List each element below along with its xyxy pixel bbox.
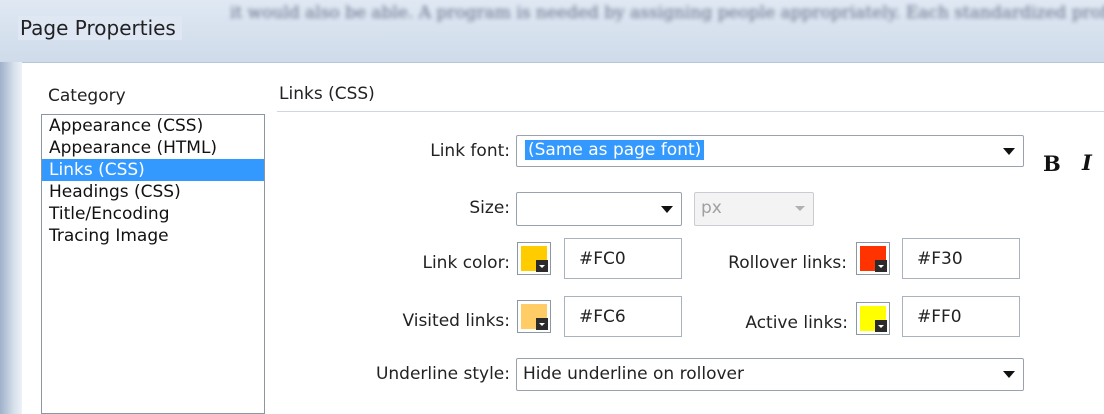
title-bar: it would also be able. A program is need… xyxy=(0,0,1104,62)
link-color-label: Link color: xyxy=(422,253,510,273)
category-item-headings-css[interactable]: Headings (CSS) xyxy=(42,181,264,203)
rollover-links-input[interactable] xyxy=(903,239,1019,278)
chevron-down-icon xyxy=(1003,371,1015,378)
bold-button[interactable]: B xyxy=(1043,151,1061,176)
underline-style-label: Underline style: xyxy=(375,364,510,384)
dialog-title: Page Properties xyxy=(18,16,182,40)
visited-links-field[interactable] xyxy=(564,296,682,337)
category-item-appearance-html[interactable]: Appearance (HTML) xyxy=(42,137,264,159)
chevron-down-icon xyxy=(661,206,673,213)
visited-links-label: Visited links: xyxy=(402,311,510,331)
window-frame xyxy=(0,62,22,414)
section-divider xyxy=(277,111,1104,112)
underline-style-select[interactable]: Hide underline on rollover xyxy=(516,358,1024,391)
chevron-down-icon xyxy=(795,206,805,211)
background-document-text: it would also be able. A program is need… xyxy=(230,3,1104,23)
size-label: Size: xyxy=(469,198,510,218)
dropdown-corner-icon xyxy=(875,320,887,332)
category-heading: Category xyxy=(48,86,126,106)
rollover-links-label: Rollover links: xyxy=(728,253,847,273)
category-item-title-encoding[interactable]: Title/Encoding xyxy=(42,203,264,225)
category-item-tracing-image[interactable]: Tracing Image xyxy=(42,225,264,247)
underline-style-value: Hide underline on rollover xyxy=(523,364,744,384)
link-color-input[interactable] xyxy=(565,239,681,278)
visited-links-input[interactable] xyxy=(565,297,681,336)
dropdown-corner-icon xyxy=(536,260,548,272)
active-links-input[interactable] xyxy=(903,297,1019,336)
section-title: Links (CSS) xyxy=(279,84,375,104)
category-list[interactable]: Appearance (CSS) Appearance (HTML) Links… xyxy=(41,114,265,414)
link-font-select[interactable]: (Same as page font) xyxy=(516,135,1024,167)
link-color-picker[interactable] xyxy=(517,242,551,275)
link-font-label: Link font: xyxy=(430,141,510,161)
link-color-field[interactable] xyxy=(564,238,682,279)
dropdown-corner-icon xyxy=(875,260,887,272)
active-links-color-picker[interactable] xyxy=(856,302,890,335)
category-item-links-css[interactable]: Links (CSS) xyxy=(42,159,264,181)
link-font-value: (Same as page font) xyxy=(525,140,705,160)
chevron-down-icon xyxy=(1003,148,1015,155)
active-links-label: Active links: xyxy=(745,313,848,333)
rollover-links-color-picker[interactable] xyxy=(856,242,890,275)
italic-button[interactable]: I xyxy=(1082,150,1092,175)
size-unit-value: px xyxy=(701,198,722,218)
visited-links-color-picker[interactable] xyxy=(517,300,551,333)
size-select[interactable] xyxy=(516,192,682,226)
category-item-appearance-css[interactable]: Appearance (CSS) xyxy=(42,115,264,137)
rollover-links-field[interactable] xyxy=(902,238,1020,279)
dropdown-corner-icon xyxy=(536,318,548,330)
active-links-field[interactable] xyxy=(902,296,1020,337)
size-unit-select[interactable]: px xyxy=(694,192,814,226)
